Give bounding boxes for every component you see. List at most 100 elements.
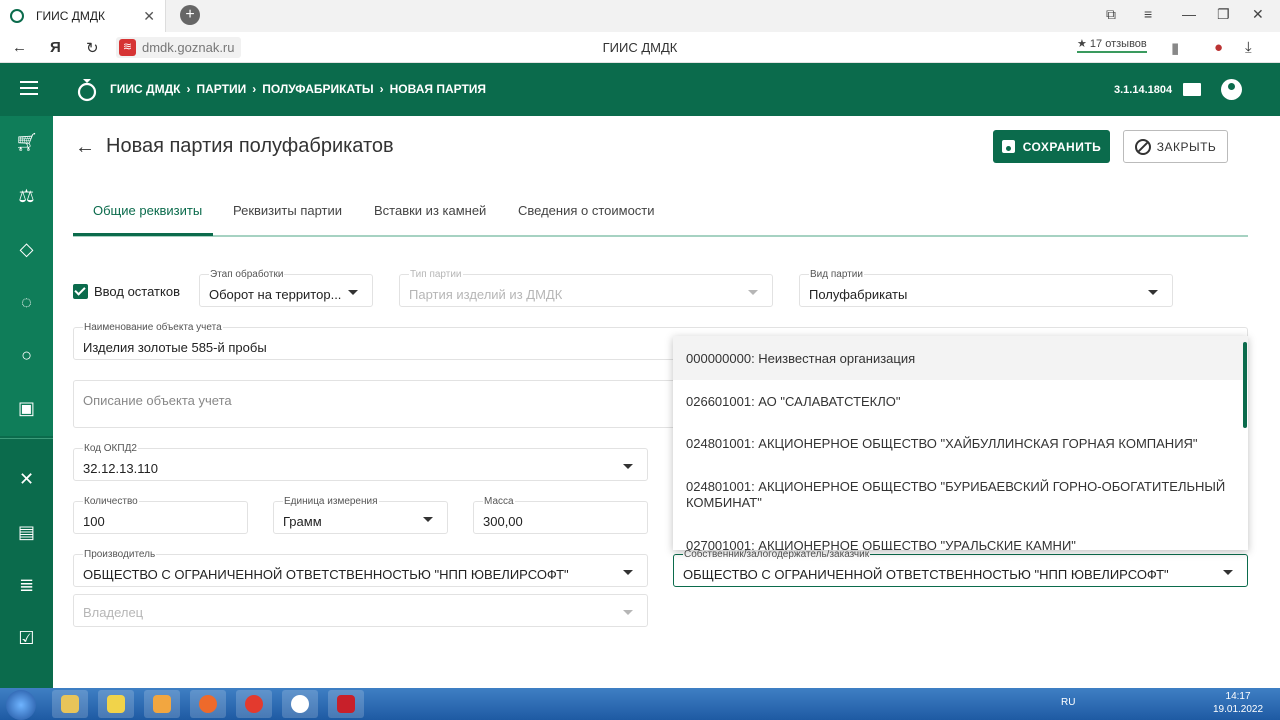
new-tab-icon[interactable]: +	[180, 5, 200, 25]
chevron-down-icon	[623, 464, 633, 469]
chevron-down-icon	[423, 517, 433, 522]
breadcrumb-new-batch: НОВАЯ ПАРТИЯ	[389, 82, 487, 96]
breadcrumb: ГИИС ДМДК › ПАРТИИ › ПОЛУФАБРИКАТЫ › НОВ…	[110, 82, 486, 96]
profile-icon[interactable]: ●	[1214, 39, 1223, 56]
chevron-down-icon	[1148, 290, 1158, 295]
mass-field[interactable]: Масса 300,00	[473, 496, 648, 534]
taskbar-clock[interactable]: 14:17 19.01.2022	[1213, 690, 1263, 716]
dropdown-option[interactable]: 024801001: АКЦИОНЕРНОЕ ОБЩЕСТВО "БУРИБАЕ…	[686, 479, 1226, 511]
save-icon	[1001, 140, 1015, 153]
tab-general[interactable]: Общие реквизиты	[93, 203, 202, 218]
contacts-icon[interactable]: ▤	[0, 522, 53, 543]
block-icon	[1134, 138, 1151, 155]
list-icon[interactable]: ≣	[0, 575, 53, 596]
taskbar-yandex-y[interactable]	[282, 690, 318, 718]
bookmark-icon[interactable]: ▮	[1171, 39, 1179, 57]
unit-label: Единица измерения	[283, 496, 379, 507]
reviews-link[interactable]: ★ 17 отзывов	[1077, 37, 1147, 53]
ring-icon[interactable]: ○	[0, 345, 53, 366]
window-close-icon[interactable]: ✕	[1252, 6, 1264, 23]
active-tab-indicator	[73, 233, 213, 236]
tools-icon[interactable]: ✕	[0, 469, 53, 490]
dropdown-option[interactable]: 000000000: Неизвестная организация	[686, 351, 1226, 367]
tab-stone-inserts[interactable]: Вставки из камней	[374, 203, 486, 218]
sidebar-primary-group	[0, 116, 53, 436]
checklist-icon[interactable]: ☑	[0, 628, 53, 649]
site-favicon-icon	[10, 9, 24, 23]
start-button[interactable]	[6, 690, 36, 720]
browser-menu-icon[interactable]: ≡	[1144, 6, 1152, 22]
close-button[interactable]: ЗАКРЫТЬ	[1123, 130, 1228, 163]
breadcrumb-semifinished[interactable]: ПОЛУФАБРИКАТЫ	[262, 82, 373, 96]
tab-cost-info[interactable]: Сведения о стоимости	[518, 203, 655, 218]
circle-icon[interactable]: ◌	[0, 292, 53, 313]
batch-kind-value: Полуфабрикаты	[809, 287, 908, 302]
download-icon[interactable]: ⤓	[1245, 39, 1252, 56]
address-bar: ← Я ↻ ≋ dmdk.goznak.ru ГИИС ДМДК ★ 17 от…	[0, 32, 1280, 63]
unit-select[interactable]: Единица измерения Грамм	[273, 496, 448, 534]
maximize-icon[interactable]: ❐	[1217, 6, 1230, 23]
taskbar-explorer[interactable]	[52, 690, 88, 718]
tab-batch-details[interactable]: Реквизиты партии	[233, 203, 342, 218]
logo-icon	[77, 79, 97, 102]
taskbar-recorder[interactable]	[328, 690, 364, 718]
tabs-overview-icon[interactable]: ⧉	[1106, 6, 1116, 23]
dropdown-option[interactable]: 026601001: АО "САЛАВАТСТЕКЛО"	[686, 394, 1226, 410]
browser-tab[interactable]: ГИИС ДМДК ✕	[0, 0, 166, 32]
media-icon	[153, 695, 171, 713]
clock-time: 14:17	[1225, 691, 1251, 702]
quantity-field[interactable]: Количество 100	[73, 496, 248, 534]
breadcrumb-batches[interactable]: ПАРТИИ	[196, 82, 246, 96]
batch-kind-select[interactable]: Вид партии Полуфабрикаты	[799, 269, 1173, 307]
cart-icon[interactable]: 🛒︎	[0, 132, 53, 153]
object-name-value: Изделия золотые 585-й пробы	[83, 340, 267, 355]
taskbar-firefox[interactable]	[190, 690, 226, 718]
residue-checkbox[interactable]	[73, 284, 88, 299]
dropdown-option[interactable]: 024801001: АКЦИОНЕРНОЕ ОБЩЕСТВО "ХАЙБУЛЛ…	[686, 436, 1226, 452]
page-title: Новая партия полуфабрикатов	[106, 135, 394, 157]
mass-label: Масса	[483, 496, 515, 507]
back-arrow-icon[interactable]: ←	[75, 136, 95, 159]
okpd2-value: 32.12.13.110	[83, 461, 158, 476]
diamond-icon[interactable]: ◇	[0, 239, 53, 260]
owner-pledgee-label: Собственник/залогодержатель/заказчик	[683, 549, 871, 560]
browser-tabbar: ГИИС ДМДК ✕ + ⧉ ≡ — ❐ ✕	[0, 0, 1280, 32]
manufacturer-select[interactable]: Производитель ОБЩЕСТВО С ОГРАНИЧЕННОЙ ОТ…	[73, 549, 648, 587]
owner-pledgee-select[interactable]: Собственник/залогодержатель/заказчик ОБЩ…	[673, 549, 1248, 587]
batch-type-select: Тип партии Партия изделий из ДМДК	[399, 269, 773, 307]
minimize-icon[interactable]: —	[1182, 6, 1196, 22]
app-header: ГИИС ДМДК › ПАРТИИ › ПОЛУФАБРИКАТЫ › НОВ…	[0, 63, 1280, 116]
okpd2-label: Код ОКПД2	[83, 443, 138, 454]
tabs: Общие реквизиты Реквизиты партии Вставки…	[73, 195, 1248, 237]
stage-select[interactable]: Этап обработки Оборот на территор...	[199, 269, 373, 307]
chevron-down-icon	[748, 290, 758, 295]
object-name-label: Наименование объекта учета	[83, 322, 223, 333]
dropdown-scrollbar[interactable]	[1243, 342, 1247, 428]
taskbar-yandex[interactable]	[236, 690, 272, 718]
dropdown-option[interactable]: 027001001: АКЦИОНЕРНОЕ ОБЩЕСТВО "УРАЛЬСК…	[686, 538, 1226, 550]
chevron-down-icon[interactable]	[1223, 570, 1233, 575]
mail-icon[interactable]	[1183, 83, 1201, 96]
stage-label: Этап обработки	[209, 269, 285, 280]
okpd2-select[interactable]: Код ОКПД2 32.12.13.110	[73, 443, 648, 481]
breadcrumb-home[interactable]: ГИИС ДМДК	[110, 82, 180, 96]
clock-date: 19.01.2022	[1213, 704, 1264, 715]
unit-value: Грамм	[283, 514, 322, 529]
hamburger-icon[interactable]	[20, 81, 38, 99]
batch-type-label: Тип партии	[409, 269, 463, 280]
scale-icon[interactable]: ⚖︎	[0, 186, 53, 207]
box-icon[interactable]: ▣	[0, 398, 53, 419]
save-button-label: СОХРАНИТЬ	[1022, 139, 1102, 154]
taskbar-app-bat[interactable]	[98, 690, 134, 718]
batch-kind-label: Вид партии	[809, 269, 864, 280]
close-tab-icon[interactable]: ✕	[143, 8, 155, 25]
batch-type-value: Партия изделий из ДМДК	[409, 287, 563, 302]
user-avatar-icon[interactable]	[1221, 79, 1242, 100]
windows-taskbar: RU 14:17 19.01.2022	[0, 688, 1280, 720]
owner-pledgee-value[interactable]: ОБЩЕСТВО С ОГРАНИЧЕННОЙ ОТВЕТСТВЕННОСТЬЮ…	[683, 567, 1213, 582]
chevron-right-icon: ›	[379, 82, 384, 96]
taskbar-media[interactable]	[144, 690, 180, 718]
stage-value: Оборот на территор...	[209, 287, 342, 302]
save-button[interactable]: СОХРАНИТЬ	[993, 130, 1110, 163]
tray-language[interactable]: RU	[1061, 697, 1075, 708]
